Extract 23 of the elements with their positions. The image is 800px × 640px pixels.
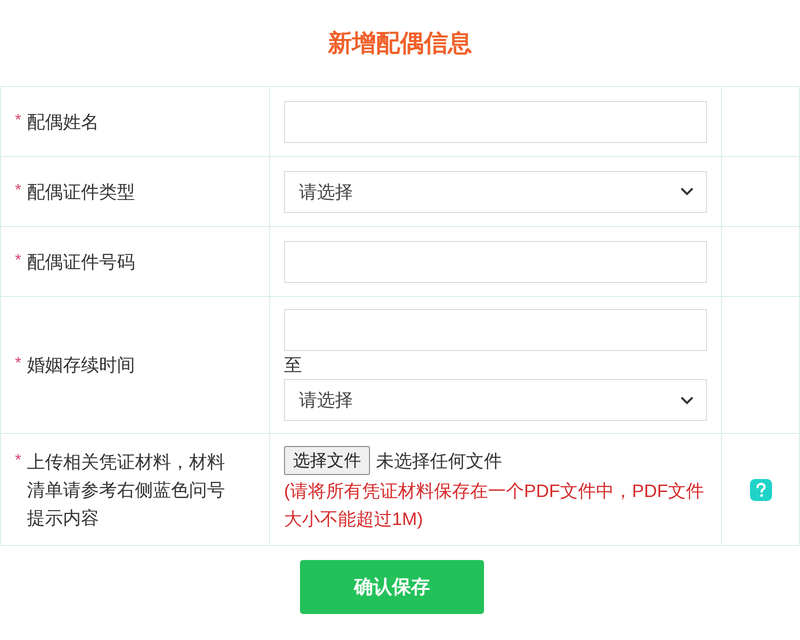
- chevron-down-icon: [680, 396, 694, 404]
- field-label: 配偶证件类型: [27, 180, 136, 204]
- help-icon[interactable]: [748, 478, 772, 502]
- required-mark: *: [15, 182, 22, 200]
- required-mark: *: [15, 452, 22, 470]
- required-mark: *: [15, 112, 22, 130]
- field-label: 上传相关凭证材料，材料清单请参考右侧蓝色问号提示内容: [27, 450, 226, 530]
- required-mark: *: [15, 252, 22, 270]
- text-field[interactable]: [284, 100, 707, 142]
- text-field[interactable]: [284, 240, 707, 282]
- field-label: 配偶姓名: [27, 110, 100, 134]
- required-mark: *: [15, 355, 22, 373]
- select-field[interactable]: 请选择: [284, 379, 707, 421]
- select-field[interactable]: 请选择: [284, 170, 707, 212]
- field-label: 婚姻存续时间: [27, 354, 136, 377]
- text-field[interactable]: [284, 309, 707, 351]
- chevron-down-icon: [680, 187, 694, 196]
- range-separator: 至: [284, 354, 303, 377]
- file-status: 未选择任何文件: [376, 450, 502, 472]
- upload-note: (请将所有凭证材料保存在一个PDF文件中，PDF文件大小不能超过1M): [284, 480, 705, 531]
- field-label: 配偶证件号码: [27, 250, 136, 274]
- choose-file-button[interactable]: 选择文件: [284, 446, 370, 475]
- page-title: 新增配偶信息: [328, 29, 472, 59]
